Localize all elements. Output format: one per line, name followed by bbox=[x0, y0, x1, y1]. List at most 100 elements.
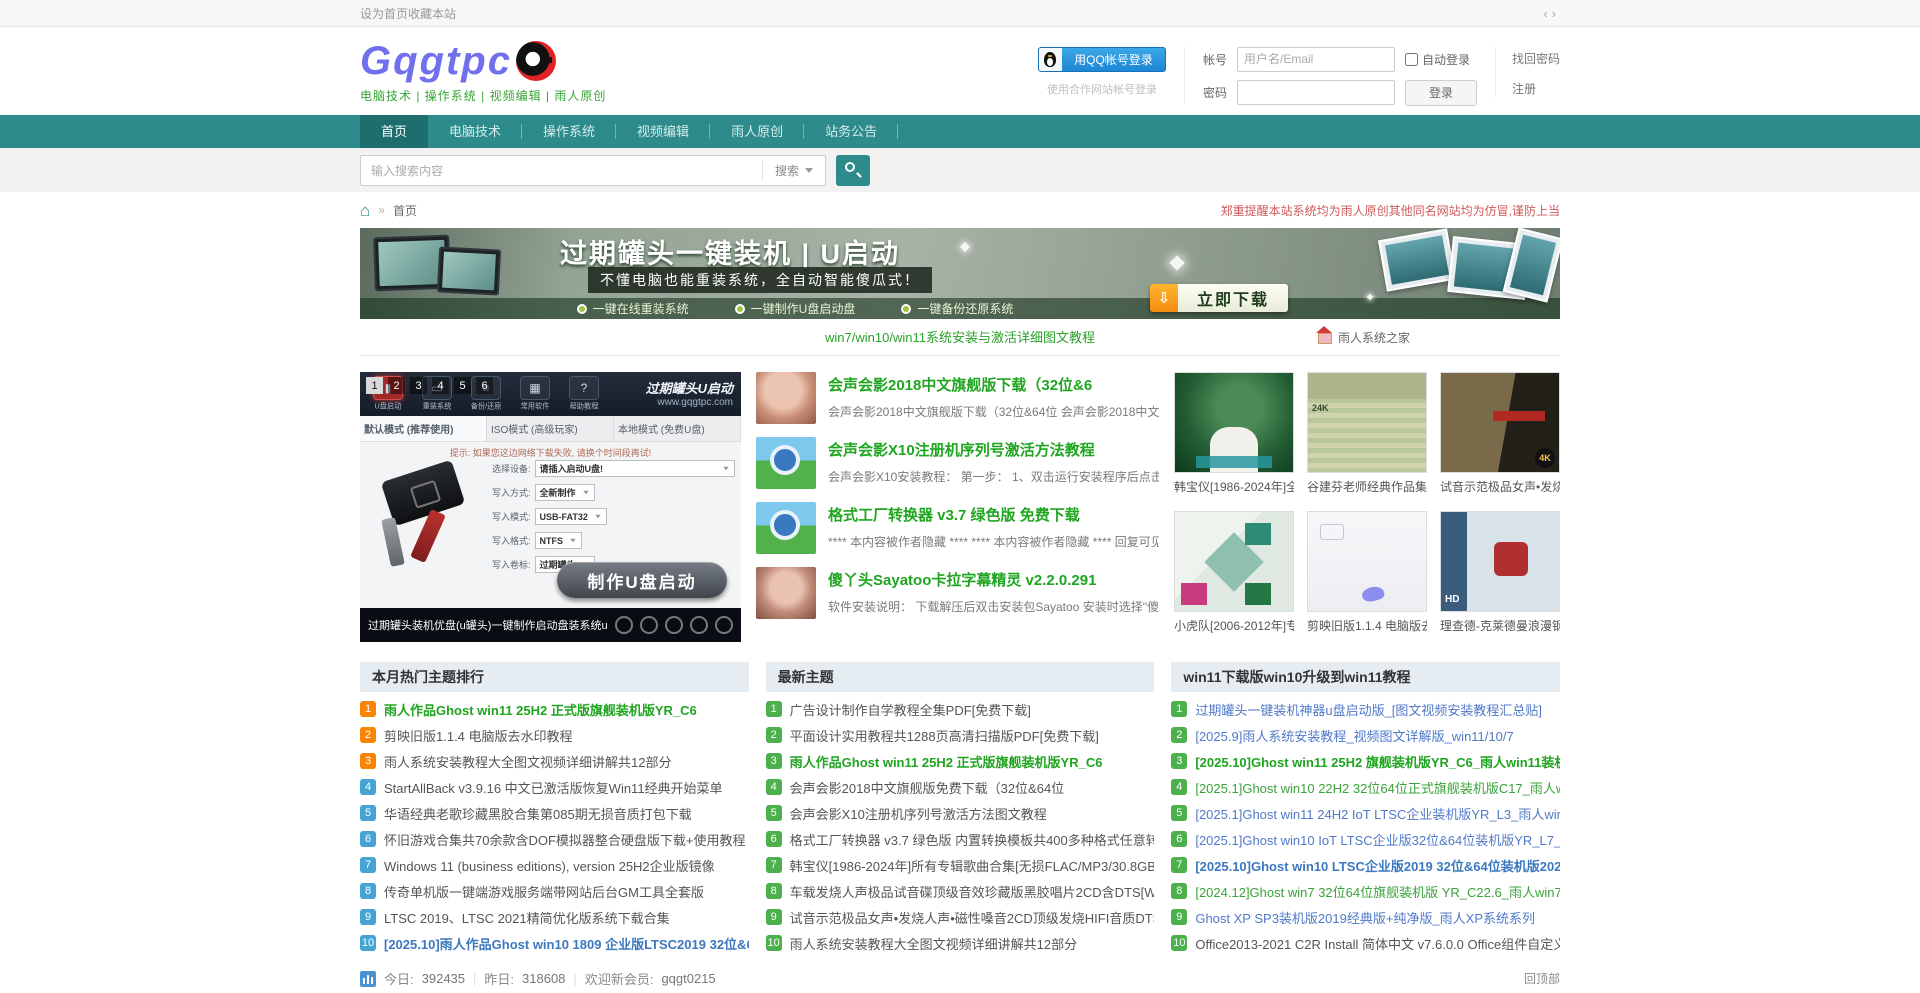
topic-link[interactable]: [2025.10]雨人作品Ghost win10 1809 企业版LTSC201… bbox=[384, 934, 749, 953]
news-item[interactable]: 会声会影2018中文旗舰版下载（32位&6 会声会影2018中文旗舰版下载（32… bbox=[756, 372, 1159, 424]
album-caption[interactable]: 剪映旧版1.1.4 电脑版去水印教程 bbox=[1307, 617, 1427, 634]
next-arrow-icon[interactable]: › bbox=[1552, 6, 1560, 21]
username-input[interactable] bbox=[1237, 47, 1395, 72]
list-item[interactable]: 3 [2025.10]Ghost win11 25H2 旗舰装机版YR_C6_雨… bbox=[1171, 748, 1560, 774]
album-caption[interactable]: 理查德-克莱德曼浪漫钢琴曲精选集3CD[… bbox=[1440, 617, 1560, 634]
news-item[interactable]: 会声会影X10注册机序列号激活方法教程 会声会影X10安装教程： 第一步： 1、… bbox=[756, 437, 1159, 489]
register-link[interactable]: 注册 bbox=[1512, 80, 1560, 97]
topic-link[interactable]: 会声会影X10注册机序列号激活方法图文教程 bbox=[790, 804, 1155, 823]
news-title[interactable]: 会声会影2018中文旗舰版下载（32位&6 bbox=[828, 374, 1159, 395]
list-item[interactable]: 8 [2024.12]Ghost win7 32位64位旗舰装机版 YR_C22… bbox=[1171, 878, 1560, 904]
news-item[interactable]: 格式工厂转换器 v3.7 绿色版 免费下载 **** 本内容被作者隐藏 ****… bbox=[756, 502, 1159, 554]
topic-link[interactable]: [2025.10]Ghost win11 25H2 旗舰装机版YR_C6_雨人w… bbox=[1195, 752, 1560, 771]
slider-page-number[interactable]: 6 bbox=[476, 377, 493, 394]
slider-page-number[interactable]: 4 bbox=[432, 377, 449, 394]
list-item[interactable]: 2 平面设计实用教程共1288页高清扫描版PDF[免费下载] bbox=[766, 722, 1155, 748]
album-cover-image[interactable] bbox=[1174, 372, 1294, 473]
list-item[interactable]: 3 雨人作品Ghost win11 25H2 正式版旗舰装机版YR_C6 bbox=[766, 748, 1155, 774]
home-icon[interactable]: ⌂ bbox=[360, 202, 370, 219]
topic-link[interactable]: 会声会影2018中文旗舰版免费下载（32位&64位 bbox=[790, 778, 1155, 797]
list-item[interactable]: 9 Ghost XP SP3装机版2019经典版+纯净版_雨人XP系统系列 bbox=[1171, 904, 1560, 930]
list-item[interactable]: 1 雨人作品Ghost win11 25H2 正式版旗舰装机版YR_C6 bbox=[360, 696, 749, 722]
list-item[interactable]: 8 车载发烧人声极品试音碟顶级音效珍藏版黑胶唱片2CD含DTS[WAV/320K… bbox=[766, 878, 1155, 904]
list-item[interactable]: 7 Windows 11 (business editions), versio… bbox=[360, 852, 749, 878]
album-cover-image[interactable] bbox=[1307, 372, 1427, 473]
topic-link[interactable]: 广告设计制作自学教程全集PDF[免费下载] bbox=[790, 700, 1155, 719]
list-item[interactable]: 6 格式工厂转换器 v3.7 绿色版 内置转换模板共400多种格式任意转换 bbox=[766, 826, 1155, 852]
topic-link[interactable]: LTSC 2019、LTSC 2021精简优化版系统下载合集 bbox=[384, 908, 749, 927]
album-caption[interactable]: 谷建芬老师经典作品集黑胶唱片试音碟下载 bbox=[1307, 478, 1427, 495]
topic-link[interactable]: 平面设计实用教程共1288页高清扫描版PDF[免费下载] bbox=[790, 726, 1155, 745]
topic-link[interactable]: 雨人系统安装教程大全图文视频详细讲解共12部分 bbox=[384, 752, 749, 771]
list-item[interactable]: 7 韩宝仪[1986-2024年]所有专辑歌曲合集[无损FLAC/MP3/30.… bbox=[766, 852, 1155, 878]
promo-banner[interactable]: 过期罐头一键装机 | U启动 不懂电脑也能重装系统，全自动智能傻瓜式！ 一键在线… bbox=[360, 228, 1560, 319]
list-item[interactable]: 7 [2025.10]Ghost win10 LTSC企业版2019 32位&6… bbox=[1171, 852, 1560, 878]
album-caption[interactable]: 试音示范极品女声•发烧人声•磁性嗓音2CD bbox=[1440, 478, 1560, 495]
list-item[interactable]: 6 [2025.1]Ghost win10 IoT LTSC企业版32位&64位… bbox=[1171, 826, 1560, 852]
qq-login-button[interactable]: 用QQ帐号登录 bbox=[1038, 47, 1166, 72]
list-item[interactable]: 4 会声会影2018中文旗舰版免费下载（32位&64位 bbox=[766, 774, 1155, 800]
site-logo[interactable]: Gqgtpc 电脑技术 | 操作系统 | 视频编辑 | 雨人原创 bbox=[360, 39, 606, 104]
search-button[interactable] bbox=[836, 155, 870, 186]
list-item[interactable]: 6 怀旧游戏合集共70余款含DOF模拟器整合硬盘版下载+使用教程 bbox=[360, 826, 749, 852]
album-cover-image[interactable] bbox=[1440, 372, 1560, 473]
topic-link[interactable]: 华语经典老歌珍藏黑胶合集第085期无损音质打包下载 bbox=[384, 804, 749, 823]
topic-link[interactable]: 格式工厂转换器 v3.7 绿色版 内置转换模板共400多种格式任意转换 bbox=[790, 830, 1155, 849]
topic-link[interactable]: 剪映旧版1.1.4 电脑版去水印教程 bbox=[384, 726, 749, 745]
album-caption[interactable]: 韩宝仪[1986-2024年]全部专辑… bbox=[1174, 478, 1294, 495]
nav-item[interactable]: 电脑技术 bbox=[428, 115, 522, 148]
topic-link[interactable]: 雨人系统安装教程大全图文视频详细讲解共12部分 bbox=[790, 934, 1155, 953]
list-item[interactable]: 4 StartAllBack v3.9.16 中文已激活版恢复Win11经典开始… bbox=[360, 774, 749, 800]
topic-link[interactable]: [2025.1]Ghost win11 24H2 IoT LTSC企业装机版YR… bbox=[1195, 804, 1560, 823]
topic-link[interactable]: [2025.9]雨人系统安装教程_视频图文详解版_win11/10/7 bbox=[1195, 726, 1560, 745]
topbar-carousel-arrows[interactable]: ‹› bbox=[1543, 6, 1560, 21]
news-item[interactable]: 傻丫头Sayatoo卡拉字幕精灵 v2.2.0.291 软件安装说明： 下载解压… bbox=[756, 567, 1159, 619]
topic-link[interactable]: Office2013-2021 C2R Install 简体中文 v7.6.0.… bbox=[1195, 934, 1560, 953]
auto-login-checkbox[interactable] bbox=[1405, 53, 1418, 66]
album-cover-image[interactable] bbox=[1307, 511, 1427, 612]
list-item[interactable]: 1 过期罐头一键装机神器u盘启动版_[图文视频安装教程汇总贴] bbox=[1171, 696, 1560, 722]
list-item[interactable]: 9 试音示范极品女声•发烧人声•磁性嗓音2CD顶级发烧HIFI音质DTS[WAV… bbox=[766, 904, 1155, 930]
album-cover-image[interactable] bbox=[1440, 511, 1560, 612]
slider-caption[interactable]: 过期罐头装机优盘(u罐头)一键制作启动盘装系统u盘启动教程详解 bbox=[368, 617, 607, 633]
album-item[interactable]: 理查德-克莱德曼浪漫钢琴曲精选集3CD[… bbox=[1440, 511, 1560, 642]
slider-page-number[interactable]: 1 bbox=[366, 377, 383, 394]
breadcrumb-home[interactable]: 首页 bbox=[393, 202, 417, 219]
password-input[interactable] bbox=[1237, 80, 1395, 105]
list-item[interactable]: 10 Office2013-2021 C2R Install 简体中文 v7.6… bbox=[1171, 930, 1560, 956]
newest-member-name[interactable]: gqgt0215 bbox=[661, 971, 715, 986]
album-item[interactable]: 剪映旧版1.1.4 电脑版去水印教程 bbox=[1307, 511, 1427, 642]
topic-link[interactable]: [2024.12]Ghost win7 32位64位旗舰装机版 YR_C22.6… bbox=[1195, 882, 1560, 901]
list-item[interactable]: 10 [2025.10]雨人作品Ghost win10 1809 企业版LTSC… bbox=[360, 930, 749, 956]
slider-page-number[interactable]: 5 bbox=[454, 377, 471, 394]
topic-link[interactable]: 车载发烧人声极品试音碟顶级音效珍藏版黑胶唱片2CD含DTS[WAV/320K] bbox=[790, 882, 1155, 901]
search-scope-dropdown[interactable]: 搜索 bbox=[762, 161, 825, 181]
topic-link[interactable]: 雨人作品Ghost win11 25H2 正式版旗舰装机版YR_C6 bbox=[790, 752, 1155, 771]
list-item[interactable]: 5 会声会影X10注册机序列号激活方法图文教程 bbox=[766, 800, 1155, 826]
album-item[interactable]: 小虎队[2006-2012年]专辑全集… bbox=[1174, 511, 1294, 642]
topic-link[interactable]: Ghost XP SP3装机版2019经典版+纯净版_雨人XP系统系列 bbox=[1195, 908, 1560, 927]
list-item[interactable]: 8 传奇单机版一键端游戏服务端带网站后台GM工具全套版 bbox=[360, 878, 749, 904]
list-item[interactable]: 5 华语经典老歌珍藏黑胶合集第085期无损音质打包下载 bbox=[360, 800, 749, 826]
slider-page-number[interactable]: 3 bbox=[410, 377, 427, 394]
download-now-button[interactable]: ⇩ 立即下载 bbox=[1150, 284, 1288, 312]
nav-item[interactable]: 视频编辑 bbox=[616, 115, 710, 148]
nav-item[interactable]: 雨人原创 bbox=[710, 115, 804, 148]
list-item[interactable]: 9 LTSC 2019、LTSC 2021精简优化版系统下载合集 bbox=[360, 904, 749, 930]
featured-slider[interactable]: ▮ U盘启动 ▭ 重装系统 ≡ 备份/还原 ▦ 常用软件 bbox=[360, 372, 741, 642]
album-item[interactable]: 韩宝仪[1986-2024年]全部专辑… bbox=[1174, 372, 1294, 503]
nav-item[interactable]: 首页 bbox=[360, 115, 428, 148]
nav-item[interactable]: 操作系统 bbox=[522, 115, 616, 148]
list-item[interactable]: 2 [2025.9]雨人系统安装教程_视频图文详解版_win11/10/7 bbox=[1171, 722, 1560, 748]
topic-link[interactable]: 传奇单机版一键端游戏服务端带网站后台GM工具全套版 bbox=[384, 882, 749, 901]
list-item[interactable]: 3 雨人系统安装教程大全图文视频详细讲解共12部分 bbox=[360, 748, 749, 774]
topic-link[interactable]: 雨人作品Ghost win11 25H2 正式版旗舰装机版YR_C6 bbox=[384, 700, 749, 719]
set-homepage-link[interactable]: 设为首页收藏本站 bbox=[360, 5, 456, 22]
topic-link[interactable]: 韩宝仪[1986-2024年]所有专辑歌曲合集[无损FLAC/MP3/30.8G… bbox=[790, 856, 1155, 875]
news-title[interactable]: 格式工厂转换器 v3.7 绿色版 免费下载 bbox=[828, 504, 1159, 525]
list-item[interactable]: 1 广告设计制作自学教程全集PDF[免费下载] bbox=[766, 696, 1155, 722]
rain-system-home-link[interactable]: 雨人系统之家 bbox=[1316, 319, 1410, 356]
slider-page-number[interactable]: 2 bbox=[388, 377, 405, 394]
list-item[interactable]: 5 [2025.1]Ghost win11 24H2 IoT LTSC企业装机版… bbox=[1171, 800, 1560, 826]
forgot-password-link[interactable]: 找回密码 bbox=[1512, 50, 1560, 67]
